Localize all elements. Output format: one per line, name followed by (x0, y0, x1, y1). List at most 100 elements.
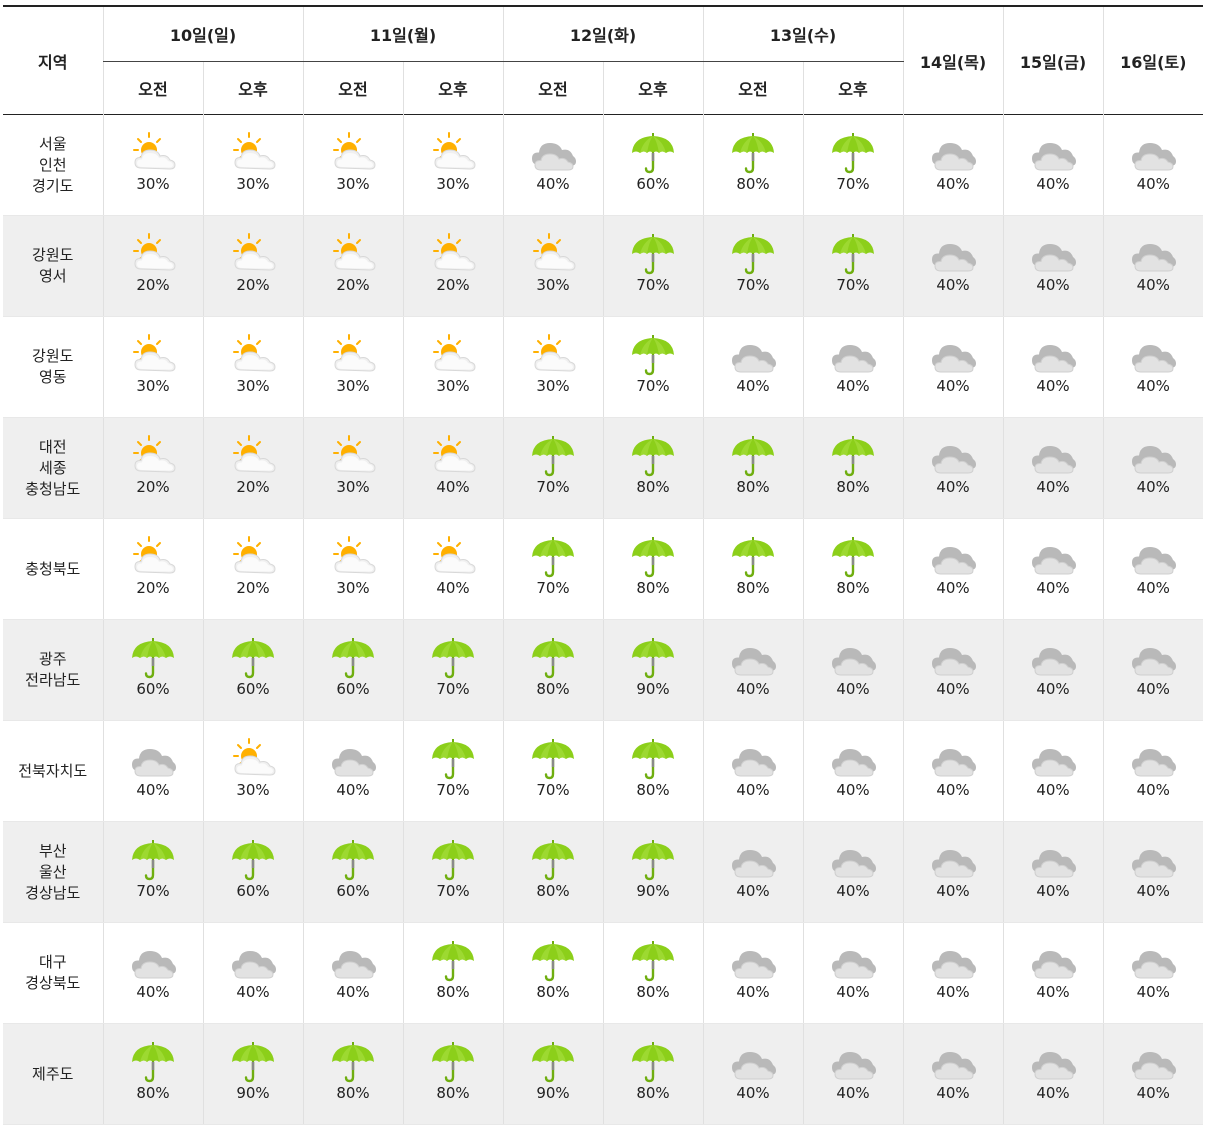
forecast-cell: 40% (1002, 1023, 1103, 1125)
precip-probability: 80% (636, 579, 670, 597)
precip-probability: 40% (1136, 781, 1170, 799)
forecast-cell-content: 80% (604, 923, 703, 1023)
precip-probability: 70% (636, 276, 670, 294)
weather-forecast-table-container: 지역 10일(일) 11일(월) 12일(화) 13일(수) 14일(목) 15일(금) 1… (3, 5, 1203, 1125)
sun-cloud-icon (233, 738, 276, 776)
forecast-cell-content: 80% (604, 418, 703, 518)
precip-probability: 40% (1136, 680, 1170, 698)
forecast-cell-content: 40% (704, 620, 803, 720)
day-header: 14일(목) (902, 6, 1003, 115)
umbrella-icon (832, 133, 874, 174)
region-cell: 대구 경상북도 (3, 922, 103, 1024)
cloud-icon (932, 547, 976, 575)
cloud-icon (732, 749, 776, 777)
forecast-cell: 40% (302, 720, 403, 822)
forecast-cell-content: 90% (204, 1024, 303, 1124)
forecast-cell: 40% (1102, 114, 1203, 216)
precip-probability: 40% (1036, 377, 1070, 395)
precip-probability: 20% (136, 276, 170, 294)
forecast-cell: 40% (1002, 518, 1103, 620)
precip-probability: 40% (1036, 781, 1070, 799)
precip-probability: 60% (636, 175, 670, 193)
forecast-cell: 40% (202, 922, 303, 1024)
forecast-cell-content: 80% (804, 519, 903, 619)
region-name-line: 광주 (38, 650, 67, 668)
forecast-cell-content: 20% (104, 519, 203, 619)
precip-probability: 40% (736, 781, 770, 799)
forecast-cell-content: 70% (704, 216, 803, 316)
umbrella-icon (332, 1042, 374, 1083)
precip-probability: 20% (236, 478, 270, 496)
forecast-cell-content: 40% (1104, 822, 1204, 922)
cloud-icon (132, 951, 176, 979)
cloud-icon (332, 749, 376, 777)
forecast-cell-content: 60% (304, 620, 403, 720)
cloud-icon (832, 345, 876, 373)
am-header: 오전 (302, 61, 403, 115)
forecast-cell-content: 80% (404, 1024, 503, 1124)
forecast-cell-content: 40% (104, 923, 203, 1023)
forecast-cell: 90% (602, 821, 703, 923)
cloud-icon (732, 850, 776, 878)
region-name-line: 경상남도 (25, 883, 81, 902)
region-name-line: 충청북도 (25, 559, 81, 578)
precip-probability: 60% (336, 882, 370, 900)
forecast-cell: 60% (102, 619, 203, 721)
forecast-cell: 40% (902, 114, 1003, 216)
forecast-cell-content: 40% (704, 1024, 803, 1124)
day-header: 16일(토) (1102, 6, 1203, 115)
table-row: 대전 세종 충청남도 20% 20% 30% 40% 70% 80% 80% 80% 40% 40% 40… (3, 417, 1203, 519)
umbrella-icon (632, 436, 674, 477)
forecast-cell-content: 30% (404, 115, 503, 215)
precip-probability: 20% (336, 276, 370, 294)
precip-probability: 40% (936, 579, 970, 597)
precip-probability: 60% (236, 882, 270, 900)
precip-probability: 40% (336, 983, 370, 1001)
forecast-cell-content: 30% (204, 115, 303, 215)
forecast-cell-content: 40% (904, 418, 1003, 518)
forecast-cell-content: 20% (104, 418, 203, 518)
forecast-cell: 80% (402, 922, 503, 1024)
forecast-cell: 30% (302, 114, 403, 216)
forecast-cell: 40% (702, 316, 803, 418)
precip-probability: 30% (336, 478, 370, 496)
precip-probability: 40% (1036, 1084, 1070, 1102)
forecast-cell-content: 20% (404, 216, 503, 316)
forecast-cell: 40% (102, 922, 203, 1024)
forecast-cell: 20% (302, 215, 403, 317)
umbrella-icon (432, 941, 474, 982)
forecast-cell-content: 40% (404, 519, 503, 619)
forecast-cell-content: 90% (504, 1024, 603, 1124)
forecast-cell-content: 80% (404, 923, 503, 1023)
precip-probability: 80% (636, 983, 670, 1001)
forecast-cell: 30% (402, 114, 503, 216)
cloud-icon (1132, 749, 1177, 777)
precip-probability: 20% (436, 276, 470, 294)
precip-probability: 30% (136, 175, 170, 193)
cloud-icon (1032, 446, 1076, 474)
forecast-cell-content: 40% (904, 115, 1003, 215)
forecast-cell: 80% (702, 417, 803, 519)
forecast-cell: 20% (402, 215, 503, 317)
precip-probability: 40% (236, 983, 270, 1001)
region-cell: 광주 전라남도 (3, 619, 103, 721)
forecast-cell: 70% (402, 821, 503, 923)
forecast-cell: 40% (902, 417, 1003, 519)
forecast-cell: 40% (702, 619, 803, 721)
table-row: 강원도 영서 20% 20% 20% 20% 30% 70% 70% 70% 40% 40% 40% (3, 215, 1203, 317)
forecast-cell-content: 80% (304, 1024, 403, 1124)
table-row: 서울 인천 경기도 30% 30% 30% 30% 40% 60% 80% 70% 40% 40% 40% (3, 114, 1203, 216)
precip-probability: 40% (1036, 983, 1070, 1001)
precip-probability: 30% (336, 175, 370, 193)
forecast-cell: 70% (502, 720, 603, 822)
umbrella-icon (632, 335, 674, 376)
cloud-icon (232, 951, 276, 979)
precip-probability: 80% (536, 882, 570, 900)
precip-probability: 70% (536, 478, 570, 496)
precip-probability: 40% (736, 680, 770, 698)
umbrella-icon (832, 537, 874, 578)
region-cell: 강원도 영동 (3, 316, 103, 418)
forecast-cell-content: 40% (704, 822, 803, 922)
precip-probability: 90% (636, 882, 670, 900)
forecast-cell: 80% (502, 922, 603, 1024)
